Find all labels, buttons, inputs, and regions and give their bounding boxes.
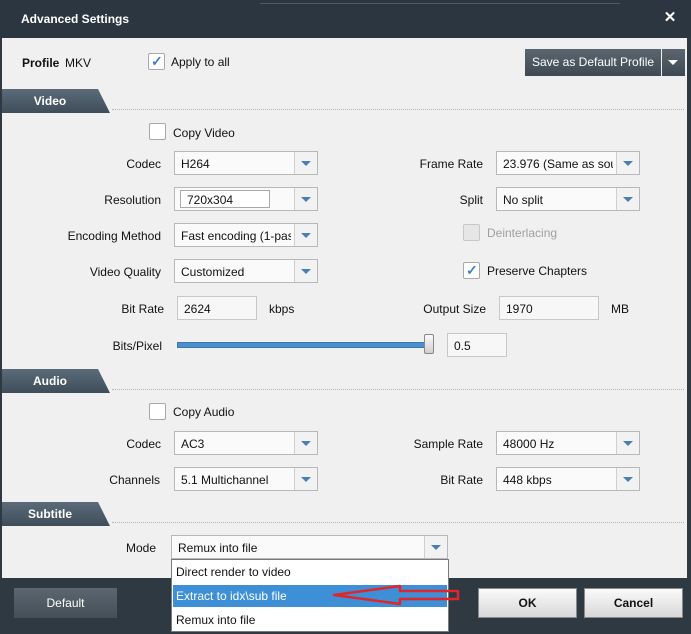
chevron-down-icon[interactable] [294, 468, 317, 490]
chevron-down-icon[interactable] [294, 260, 317, 282]
profile-value: MKV [65, 56, 92, 70]
chevron-down-icon[interactable] [616, 468, 639, 490]
audio-codec-value: AC3 [181, 437, 205, 451]
video-codec-label: Codec [126, 157, 161, 171]
copy-video-checkbox[interactable] [149, 123, 166, 140]
subtitle-mode-value: Remux into file [178, 541, 258, 555]
apply-to-all-checkbox[interactable] [148, 53, 165, 70]
cancel-button[interactable]: Cancel [584, 588, 683, 618]
title-bar: Advanced Settings ✕ [0, 0, 691, 38]
bits-per-pixel-label: Bits/Pixel [112, 339, 162, 353]
bits-per-pixel-slider[interactable] [177, 342, 431, 348]
split-value: No split [503, 193, 544, 207]
video-bitrate-unit: kbps [269, 302, 295, 316]
split-label: Split [459, 193, 483, 207]
frame-rate-select[interactable]: 23.976 (Same as source) [496, 151, 640, 175]
deinterlacing-label: Deinterlacing [487, 226, 558, 240]
video-codec-value: H264 [181, 157, 210, 171]
video-quality-label: Video Quality [89, 265, 161, 279]
subtitle-mode-select[interactable]: Remux into file [171, 535, 448, 559]
encoding-method-label: Encoding Method [67, 229, 161, 243]
window-title: Advanced Settings [21, 12, 130, 26]
bits-per-pixel-input[interactable]: 0.5 [447, 333, 507, 357]
annotation-arrow-icon [332, 584, 460, 606]
audio-codec-select[interactable]: AC3 [174, 431, 318, 455]
encoding-method-value: Fast encoding (1-pass) [181, 229, 291, 243]
subtitle-option-remux[interactable]: Remux into file [173, 609, 447, 631]
output-size-unit: MB [611, 302, 629, 316]
save-as-default-profile-button[interactable]: Save as Default Profile [525, 49, 661, 76]
chevron-down-icon[interactable] [616, 152, 639, 174]
video-quality-select[interactable]: Customized [174, 259, 318, 283]
channels-label: Channels [109, 473, 160, 487]
split-select[interactable]: No split [496, 187, 640, 211]
audio-bitrate-label: Bit Rate [440, 473, 483, 487]
frame-rate-value: 23.976 (Same as source) [503, 157, 613, 171]
bits-per-pixel-slider-handle[interactable] [424, 334, 434, 354]
deinterlacing-checkbox[interactable] [463, 224, 480, 241]
resolution-input[interactable]: 720x304 [180, 190, 270, 208]
subtitle-option-direct-render[interactable]: Direct render to video [173, 561, 447, 583]
resolution-value: 720x304 [187, 193, 234, 207]
chevron-down-icon[interactable] [616, 188, 639, 210]
ok-button[interactable]: OK [478, 588, 577, 618]
subtitle-mode-label: Mode [125, 541, 156, 555]
copy-video-label: Copy Video [173, 126, 235, 140]
encoding-method-select[interactable]: Fast encoding (1-pass) [174, 223, 318, 247]
sample-rate-value: 48000 Hz [503, 437, 555, 451]
frame-rate-label: Frame Rate [419, 157, 483, 171]
output-size-input[interactable]: 1970 [499, 296, 599, 320]
title-bar-line [420, 3, 620, 4]
audio-section-header: Audio [2, 369, 688, 393]
save-profile-dropdown-button[interactable] [662, 49, 685, 76]
resolution-label: Resolution [104, 193, 161, 207]
sample-rate-label: Sample Rate [413, 437, 483, 451]
preserve-chapters-checkbox[interactable] [463, 262, 480, 279]
video-section-title: Video [33, 94, 67, 108]
chevron-down-icon[interactable] [424, 536, 447, 558]
default-button[interactable]: Default [14, 588, 117, 618]
audio-section-title: Audio [33, 374, 67, 388]
copy-audio-checkbox[interactable] [149, 403, 166, 420]
channels-value: 5.1 Multichannel [181, 473, 269, 487]
video-section-header: Video [2, 89, 688, 113]
profile-label: Profile [22, 56, 60, 70]
close-icon[interactable]: ✕ [662, 10, 678, 26]
chevron-down-icon[interactable] [294, 224, 317, 246]
copy-audio-label: Copy Audio [173, 405, 235, 419]
chevron-down-icon[interactable] [294, 432, 317, 454]
audio-bitrate-value: 448 kbps [503, 473, 552, 487]
audio-bitrate-select[interactable]: 448 kbps [496, 467, 640, 491]
video-bitrate-value: 2624 [184, 302, 211, 316]
output-size-value: 1970 [506, 302, 533, 316]
chevron-down-icon[interactable] [294, 188, 317, 210]
bits-per-pixel-value: 0.5 [454, 339, 471, 353]
subtitle-section-header: Subtitle [2, 502, 688, 526]
video-bitrate-input[interactable]: 2624 [177, 296, 257, 320]
subtitle-section-title: Subtitle [28, 507, 72, 521]
resolution-select[interactable]: 720x304 [174, 187, 318, 211]
chevron-down-icon[interactable] [294, 152, 317, 174]
channels-select[interactable]: 5.1 Multichannel [174, 467, 318, 491]
chevron-down-icon[interactable] [616, 432, 639, 454]
sample-rate-select[interactable]: 48000 Hz [496, 431, 640, 455]
video-quality-value: Customized [181, 265, 245, 279]
preserve-chapters-label: Preserve Chapters [487, 264, 588, 278]
audio-codec-label: Codec [126, 437, 161, 451]
output-size-label: Output Size [423, 302, 486, 316]
title-bar-line [260, 3, 420, 4]
apply-to-all-label: Apply to all [171, 55, 230, 69]
video-bitrate-label: Bit Rate [121, 302, 164, 316]
video-codec-select[interactable]: H264 [174, 151, 318, 175]
